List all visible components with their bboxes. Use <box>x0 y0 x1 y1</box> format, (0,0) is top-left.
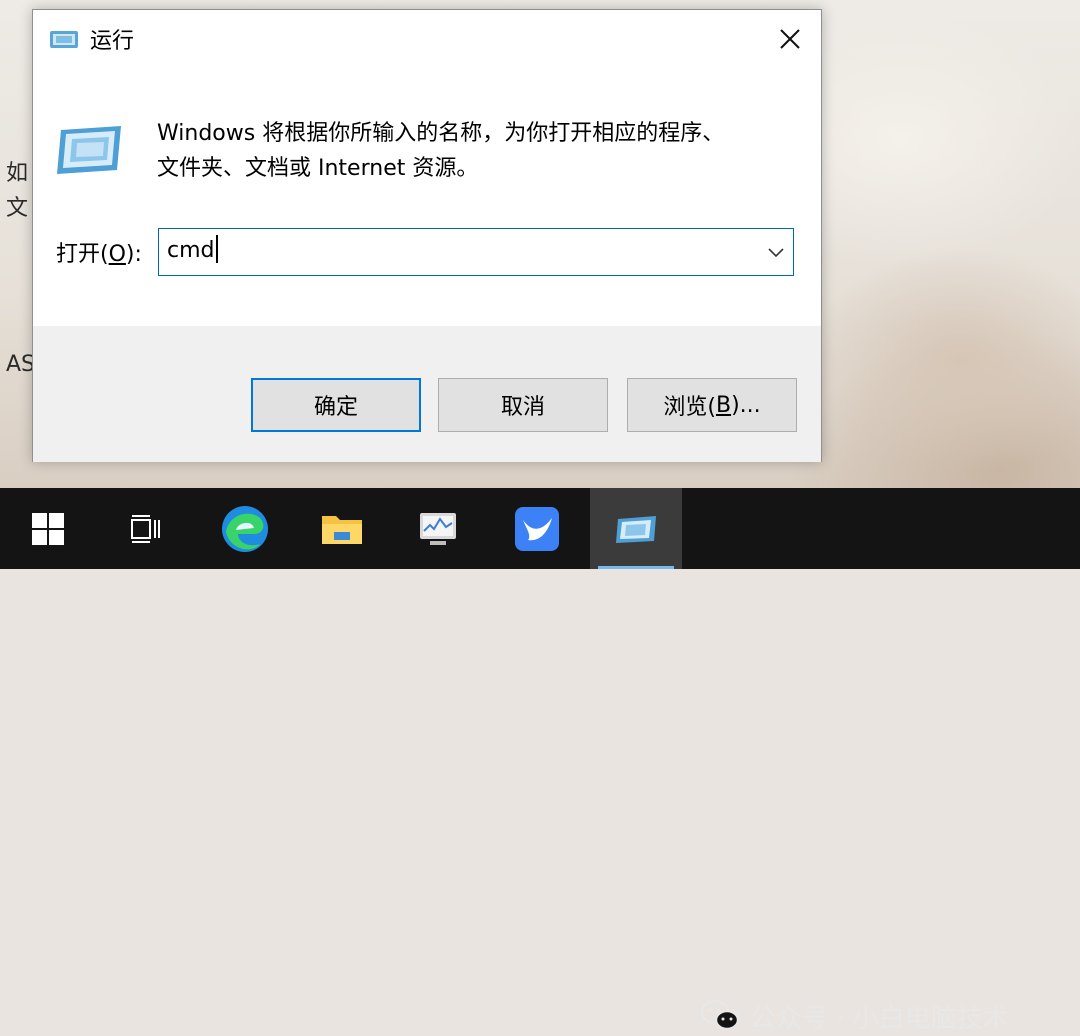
wechat-icon <box>700 999 740 1031</box>
open-label-accesskey: O <box>108 242 126 267</box>
open-combobox[interactable]: cmd <box>158 228 794 276</box>
performance-monitor-taskbar-button[interactable] <box>398 488 478 569</box>
task-view-button[interactable] <box>104 488 184 569</box>
description-line: Windows 将根据你所输入的名称，为你打开相应的程序、 <box>157 121 725 146</box>
watermark: 公众号 · 小白电脑技术 <box>700 996 1009 1036</box>
file-explorer-icon <box>322 515 362 544</box>
description-line: 文件夹、文档或 Internet 资源。 <box>157 156 479 181</box>
file-explorer-taskbar-button[interactable] <box>302 488 382 569</box>
chevron-down-icon[interactable] <box>765 241 787 263</box>
command-input-value: cmd <box>167 238 215 263</box>
open-label-suffix: ): <box>125 242 142 267</box>
run-icon <box>50 31 78 48</box>
browse-accesskey: B <box>715 392 732 418</box>
text-caret <box>215 235 218 263</box>
dialog-footer: 确定 取消 浏览(B)... <box>33 326 821 462</box>
watermark-text: 公众号 · 小白电脑技术 <box>750 1003 1009 1034</box>
feishu-icon <box>515 506 559 551</box>
desktop-label[interactable]: 文 <box>6 190 28 222</box>
cancel-button[interactable]: 取消 <box>438 378 608 432</box>
close-icon <box>780 29 800 49</box>
dialog-description: Windows 将根据你所输入的名称，为你打开相应的程序、 文件夹、文档或 In… <box>157 116 797 186</box>
run-taskbar-button[interactable] <box>590 488 682 569</box>
command-input[interactable]: cmd <box>167 235 218 265</box>
dialog-title: 运行 <box>90 29 135 54</box>
run-dialog: 运行 Windows 将根据你所输入的名称，为你打开相应的程序、 文件夹、文档或… <box>32 9 822 462</box>
task-view-icon <box>131 514 160 543</box>
run-icon <box>616 515 656 543</box>
close-button[interactable] <box>759 10 821 68</box>
edge-icon <box>222 505 268 552</box>
edge-taskbar-button[interactable] <box>205 488 285 569</box>
open-label-prefix: 打开( <box>56 242 109 267</box>
title-bar[interactable]: 运行 <box>33 10 821 68</box>
feishu-taskbar-button[interactable] <box>497 488 577 569</box>
taskbar: 公众号 · 小白电脑技术 <box>0 488 1080 1034</box>
ok-button[interactable]: 确定 <box>251 378 421 432</box>
start-icon <box>32 512 64 545</box>
browse-label-prefix: 浏览( <box>663 395 716 420</box>
browse-label-suffix: )... <box>731 392 761 418</box>
start-button[interactable] <box>8 488 88 569</box>
run-large-icon <box>57 126 121 174</box>
open-label: 打开(O): <box>56 236 142 268</box>
performance-monitor-icon <box>420 512 456 545</box>
desktop-label[interactable]: 如 <box>6 155 28 187</box>
browse-button[interactable]: 浏览(B)... <box>627 378 797 432</box>
desktop-label[interactable]: AS <box>6 352 35 377</box>
